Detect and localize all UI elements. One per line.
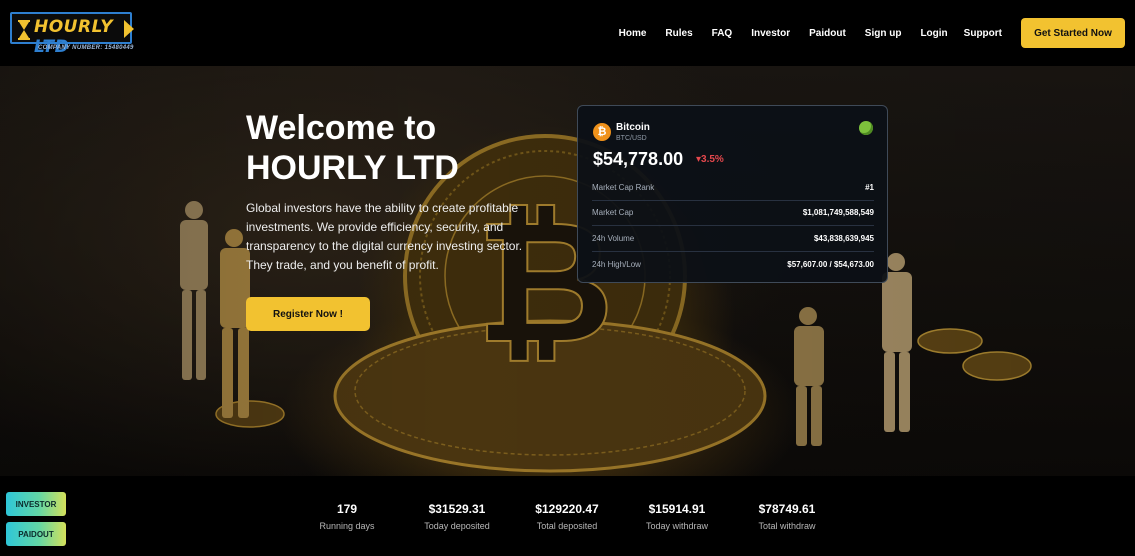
stat-row: Market Cap $1,081,749,588,549 (592, 201, 874, 226)
row-label: 24h High/Low (592, 259, 641, 269)
stat-running-days: 179 Running days (287, 502, 407, 531)
stat-value: $15914.91 (648, 502, 706, 516)
hero-title-line1: Welcome to (246, 109, 437, 147)
site-header: HOURLY LTD COMPANY NUMBER: 15480449 Home… (0, 0, 1135, 66)
stat-row: Market Cap Rank #1 (592, 175, 874, 201)
price-change-value: 3.5% (701, 154, 724, 165)
hero-section: ₿ Welcome (0, 66, 1135, 476)
logo-name: HOURLY (34, 17, 114, 37)
coin-name: Bitcoin (616, 122, 650, 133)
register-button[interactable]: Register Now ! (246, 297, 370, 331)
stat-label: Total deposited (536, 521, 598, 531)
nav-investor[interactable]: Investor (751, 28, 790, 39)
stat-value: $129220.47 (535, 502, 599, 516)
coin-pair: BTC/USD (616, 135, 647, 142)
stat-label: Today withdraw (645, 521, 709, 531)
stat-today-withdraw: $15914.91 Today withdraw (617, 502, 737, 531)
stat-label: Running days (319, 521, 375, 531)
stat-row: 24h High/Low $57,607.00 / $54,673.00 (592, 252, 874, 278)
hero-title-line2: HOURLY LTD (246, 149, 459, 187)
nav-paidout[interactable]: Paidout (809, 28, 846, 39)
row-value: $1,081,749,588,549 (802, 208, 874, 218)
main-nav: Home Rules FAQ Investor Paidout Sign up … (619, 0, 1135, 66)
stat-label: Today deposited (424, 521, 490, 531)
stat-total-deposited: $129220.47 Total deposited (507, 502, 627, 531)
hero-title: Welcome to HOURLY LTD (246, 108, 506, 188)
hourglass-icon (18, 20, 30, 40)
logo-frame: HOURLY LTD (10, 12, 134, 57)
nav-login[interactable]: Login (920, 28, 947, 39)
bitcoin-icon: ₿ (593, 123, 611, 141)
stat-total-withdraw: $78749.61 Total withdraw (727, 502, 847, 531)
stat-label: Total withdraw (758, 521, 816, 531)
arrow-right-icon (124, 20, 134, 38)
nav-sign-up[interactable]: Sign up (865, 28, 902, 39)
hero-description: Global investors have the ability to cre… (246, 201, 523, 272)
crypto-price-card: ₿ Bitcoin BTC/USD $54,778.00 ▾3.5% Marke… (577, 105, 888, 283)
coin-price: $54,778.00 (593, 149, 684, 169)
coin-stats: Market Cap Rank #1 Market Cap $1,081,749… (592, 175, 874, 277)
row-value: #1 (865, 182, 874, 192)
logo-wordmark: HOURLY LTD (34, 17, 130, 57)
stat-row: 24h Volume $43,838,639,945 (592, 226, 874, 252)
stat-value: $31529.31 (428, 502, 486, 516)
nav-support[interactable]: Support (964, 28, 1002, 39)
row-label: Market Cap Rank (592, 182, 655, 192)
investor-button[interactable]: INVESTOR (6, 492, 66, 516)
nav-faq[interactable]: FAQ (712, 28, 733, 39)
paidout-button[interactable]: PAIDOUT (6, 522, 66, 546)
company-number: COMPANY NUMBER: 15480449 (38, 45, 134, 51)
stats-bar: 179 Running days $31529.31 Today deposit… (0, 476, 1135, 556)
price-change: ▾3.5% (696, 154, 724, 165)
row-value: $43,838,639,945 (813, 233, 874, 243)
nav-rules[interactable]: Rules (665, 28, 692, 39)
hero-overlay (0, 66, 1135, 476)
row-value: $57,607.00 / $54,673.00 (787, 259, 874, 269)
site-logo[interactable]: HOURLY LTD COMPANY NUMBER: 15480449 (10, 12, 134, 57)
stat-value: 179 (336, 502, 358, 516)
row-label: Market Cap (592, 208, 634, 218)
get-started-button[interactable]: Get Started Now (1021, 18, 1125, 48)
stat-value: $78749.61 (758, 502, 816, 516)
row-label: 24h Volume (592, 233, 635, 243)
nav-home[interactable]: Home (619, 28, 647, 39)
status-dot-icon (859, 121, 873, 135)
stat-today-deposited: $31529.31 Today deposited (397, 502, 517, 531)
